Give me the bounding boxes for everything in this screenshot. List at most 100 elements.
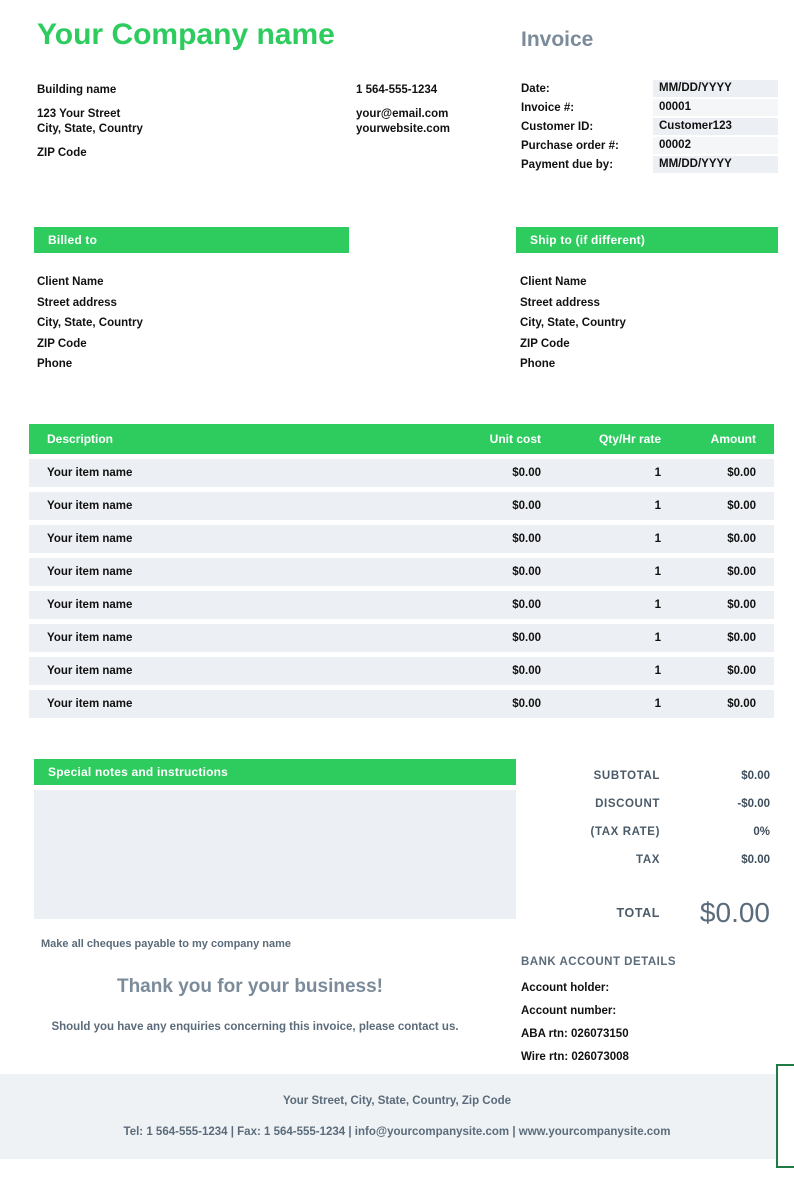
bank-details-title: BANK ACCOUNT DETAILS [521,956,677,968]
company-website: yourwebsite.com [356,123,450,135]
cell-description[interactable]: Your item name [29,632,421,644]
totals-row-tax-rate: (TAX RATE) 0% [520,818,778,846]
column-header-description: Description [47,432,114,446]
thank-you-message: Thank you for your business! [116,976,384,997]
totals-block: SUBTOTAL $0.00 DISCOUNT -$0.00 (TAX RATE… [520,762,778,936]
column-header-amount: Amount [710,432,756,446]
company-address-line: ZIP Code [37,147,87,159]
cell-description[interactable]: Your item name [29,467,421,479]
cell-description[interactable]: Your item name [29,533,421,545]
bank-account-details: BANK ACCOUNT DETAILS Account holder: Acc… [521,956,676,1069]
cell-unit-cost[interactable]: $0.00 [421,500,541,512]
cell-qty[interactable]: 1 [541,500,661,512]
totals-row-tax: TAX $0.00 [520,846,778,874]
column-header-qty: Qty/Hr rate [598,432,661,446]
table-row[interactable]: Your item name $0.00 1 $0.00 [29,624,774,652]
special-notes-textarea[interactable] [34,790,516,919]
table-row[interactable]: Your item name $0.00 1 $0.00 [29,558,774,586]
totals-value[interactable]: 0% [660,826,778,838]
company-address-line: Building name [37,84,117,96]
totals-value: $0.00 [741,770,770,782]
totals-row-discount: DISCOUNT -$0.00 [520,790,778,818]
company-email: your@email.com [356,108,449,120]
meta-row: Purchase order #: 00002 [521,137,778,154]
grand-total-value: $0.00 [699,897,770,928]
special-notes-heading: Special notes and instructions [34,759,516,785]
totals-row-grand-total: TOTAL $0.00 [520,890,778,936]
cell-unit-cost[interactable]: $0.00 [421,665,541,677]
company-address-block: Building name 123 Your Street City, Stat… [37,83,143,161]
invoice-page: Your Company name Invoice Building name … [0,0,794,1185]
cell-unit-cost[interactable]: $0.00 [421,533,541,545]
cell-unit-cost[interactable]: $0.00 [421,467,541,479]
cell-qty[interactable]: 1 [541,632,661,644]
meta-row: Customer ID: Customer123 [521,118,778,135]
cell-amount: $0.00 [727,665,756,677]
bank-account-number: Account number: [521,1005,617,1017]
cell-qty[interactable]: 1 [541,665,661,677]
ship-to-block: Client Name Street address City, State, … [520,272,626,375]
table-row[interactable]: Your item name $0.00 1 $0.00 [29,591,774,619]
company-address-line: 123 Your Street [37,108,121,120]
cell-unit-cost[interactable]: $0.00 [421,632,541,644]
billed-to-line: Client Name [37,276,104,288]
cell-qty[interactable]: 1 [541,467,661,479]
meta-row: Date: MM/DD/YYYY [521,80,778,97]
table-row[interactable]: Your item name $0.00 1 $0.00 [29,492,774,520]
cell-description[interactable]: Your item name [29,500,421,512]
cell-unit-cost[interactable]: $0.00 [421,698,541,710]
ship-to-heading: Ship to (if different) [516,227,778,253]
green-frame-decoration [776,1064,794,1168]
table-row[interactable]: Your item name $0.00 1 $0.00 [29,690,774,718]
cell-amount: $0.00 [727,500,756,512]
invoice-header: Your Company name Invoice Building name … [0,0,794,205]
bank-account-holder: Account holder: [521,982,610,994]
meta-value-purchase-order[interactable]: 00002 [653,137,778,154]
totals-value[interactable]: -$0.00 [660,798,778,810]
table-row[interactable]: Your item name $0.00 1 $0.00 [29,525,774,553]
page-footer: Your Street, City, State, Country, Zip C… [0,1074,794,1159]
cell-qty[interactable]: 1 [541,599,661,611]
bank-aba-routing: ABA rtn: 026073150 [521,1028,629,1040]
footer-address: Your Street, City, State, Country, Zip C… [282,1095,512,1107]
totals-label: TAX [636,854,660,866]
cell-description[interactable]: Your item name [29,599,421,611]
invoice-meta-table: Date: MM/DD/YYYY Invoice #: 00001 Custom… [521,80,778,175]
billed-to-line: City, State, Country [37,317,143,329]
column-header-unit-cost: Unit cost [489,432,541,446]
cell-description[interactable]: Your item name [29,566,421,578]
ship-to-line: Client Name [520,276,587,288]
table-row[interactable]: Your item name $0.00 1 $0.00 [29,657,774,685]
company-phone: 1 564-555-1234 [356,84,438,96]
cell-description[interactable]: Your item name [29,698,421,710]
ship-to-line: Street address [520,296,600,309]
billed-to-line: ZIP Code [37,337,87,350]
table-row[interactable]: Your item name $0.00 1 $0.00 [29,459,774,487]
grand-total-label: TOTAL [616,906,660,920]
cell-unit-cost[interactable]: $0.00 [421,599,541,611]
cell-amount: $0.00 [727,533,756,545]
billed-to-block: Client Name Street address City, State, … [37,272,143,375]
meta-value-customer-id[interactable]: Customer123 [653,118,778,135]
meta-label: Customer ID: [521,120,594,133]
totals-label: (TAX RATE) [590,826,660,838]
meta-value-payment-due[interactable]: MM/DD/YYYY [653,156,778,173]
meta-label: Date: [521,82,550,95]
meta-value-invoice-number[interactable]: 00001 [653,99,778,116]
meta-label: Purchase order #: [521,139,619,152]
cell-qty[interactable]: 1 [541,533,661,545]
cell-qty[interactable]: 1 [541,566,661,578]
totals-value: $0.00 [741,854,770,866]
company-name: Your Company name [37,18,335,51]
meta-label: Invoice #: [521,101,575,114]
cell-description[interactable]: Your item name [29,665,421,677]
totals-label: DISCOUNT [595,798,660,810]
cell-qty[interactable]: 1 [541,698,661,710]
cell-unit-cost[interactable]: $0.00 [421,566,541,578]
meta-value-date[interactable]: MM/DD/YYYY [653,80,778,97]
ship-to-line: Phone [520,358,556,370]
billed-to-line: Street address [37,296,117,309]
page-title: Invoice [521,28,594,51]
cell-amount: $0.00 [727,467,756,479]
totals-row-subtotal: SUBTOTAL $0.00 [520,762,778,790]
